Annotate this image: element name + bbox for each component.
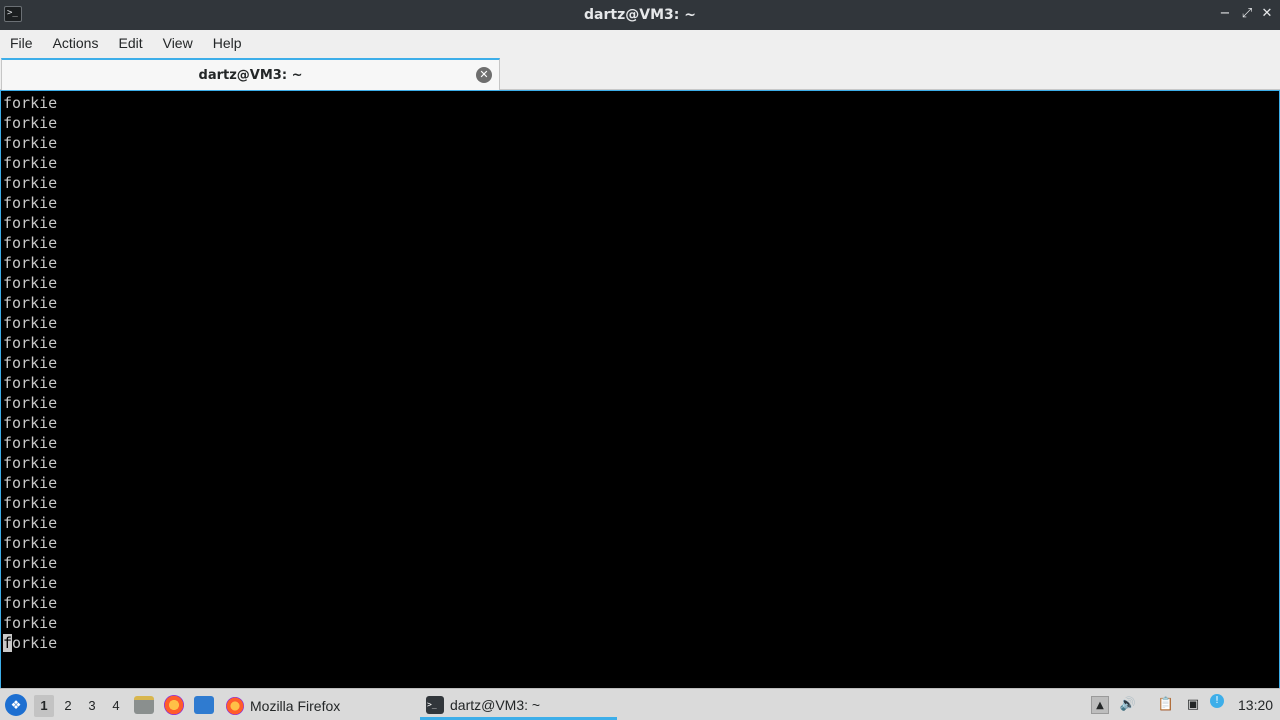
terminal-output[interactable]: forkie forkie forkie forkie forkie forkie fork…: [0, 90, 1280, 688]
terminal-line: forkie: [3, 434, 58, 452]
terminal-line: forkie: [3, 354, 58, 372]
notification-icon[interactable]: !: [1210, 694, 1224, 708]
desktop-2-button[interactable]: 2: [58, 695, 78, 717]
terminal-line: forkie: [3, 574, 58, 592]
terminal-line: forkie: [3, 214, 58, 232]
display-icon[interactable]: ▣: [1184, 696, 1202, 714]
desktop-1-button[interactable]: 1: [34, 695, 54, 717]
terminal-icon: >_: [426, 695, 444, 714]
terminal-line: forkie: [3, 254, 58, 272]
tab-terminal[interactable]: dartz@VM3: ~ ✕: [1, 58, 500, 90]
terminal-line: forkie: [3, 174, 58, 192]
menu-view[interactable]: View: [153, 30, 203, 56]
firefox-launcher-icon[interactable]: [164, 695, 184, 715]
taskbar: ❖ 1 2 3 4 Mozilla Firefox >_ dartz@VM3: …: [0, 688, 1280, 720]
window-titlebar[interactable]: >_ dartz@VM3: ~ − ⤢ ✕: [0, 0, 1280, 30]
file-manager-icon[interactable]: [134, 696, 154, 714]
menu-actions[interactable]: Actions: [43, 30, 109, 56]
menu-help[interactable]: Help: [203, 30, 252, 56]
terminal-line: forkie: [3, 94, 58, 112]
terminal-line: forkie: [3, 474, 58, 492]
terminal-line: forkie: [3, 414, 58, 432]
maximize-icon[interactable]: ⤢: [1239, 6, 1255, 22]
menu-file[interactable]: File: [0, 30, 43, 56]
terminal-line: forkie: [3, 234, 58, 252]
terminal-line: forkie: [3, 454, 58, 472]
window-title: dartz@VM3: ~: [584, 7, 696, 23]
show-desktop-icon[interactable]: [194, 696, 214, 714]
terminal-line: forkie: [3, 294, 58, 312]
terminal-line: forkie: [3, 374, 58, 392]
terminal-line-text: orkie: [12, 634, 58, 652]
terminal-lines: forkie forkie forkie forkie forkie forkie fork…: [3, 93, 57, 653]
task-label: Mozilla Firefox: [250, 698, 341, 714]
task-firefox[interactable]: Mozilla Firefox: [226, 692, 340, 720]
application-menu-icon[interactable]: ❖: [5, 694, 27, 716]
firefox-icon: [226, 697, 244, 715]
terminal-line: forkie: [3, 194, 58, 212]
desktop-3-button[interactable]: 3: [82, 695, 102, 717]
clock[interactable]: 13:20: [1238, 696, 1273, 714]
minimize-icon[interactable]: −: [1217, 6, 1233, 22]
tab-bar: dartz@VM3: ~ ✕: [0, 56, 1280, 90]
close-icon[interactable]: ✕: [1259, 6, 1275, 22]
tray-expand-icon[interactable]: ▲: [1091, 696, 1109, 714]
terminal-line: forkie: [3, 534, 58, 552]
terminal-line: forkie: [3, 314, 58, 332]
terminal-line: forkie: [3, 494, 58, 512]
task-label: dartz@VM3: ~: [450, 696, 541, 713]
volume-icon[interactable]: 🔊: [1119, 696, 1137, 714]
terminal-icon[interactable]: >_: [4, 6, 22, 22]
terminal-line: forkie: [3, 514, 58, 532]
desktop-4-button[interactable]: 4: [106, 695, 126, 717]
task-terminal[interactable]: >_ dartz@VM3: ~: [420, 692, 617, 720]
terminal-line: forkie: [3, 554, 58, 572]
terminal-line: forkie: [3, 134, 58, 152]
terminal-line: forkie: [3, 614, 58, 632]
terminal-line: forkie: [3, 334, 58, 352]
tab-close-icon[interactable]: ✕: [476, 67, 492, 83]
terminal-line: forkie: [3, 633, 57, 653]
tab-label: dartz@VM3: ~: [198, 67, 303, 83]
clipboard-icon[interactable]: 📋: [1157, 696, 1175, 714]
terminal-line: forkie: [3, 114, 58, 132]
terminal-line: forkie: [3, 594, 58, 612]
terminal-line: forkie: [3, 154, 58, 172]
terminal-cursor: f: [3, 634, 13, 652]
menu-edit[interactable]: Edit: [108, 30, 152, 56]
terminal-line: forkie: [3, 274, 58, 292]
terminal-line: forkie: [3, 394, 58, 412]
menu-bar: File Actions Edit View Help: [0, 30, 1280, 56]
